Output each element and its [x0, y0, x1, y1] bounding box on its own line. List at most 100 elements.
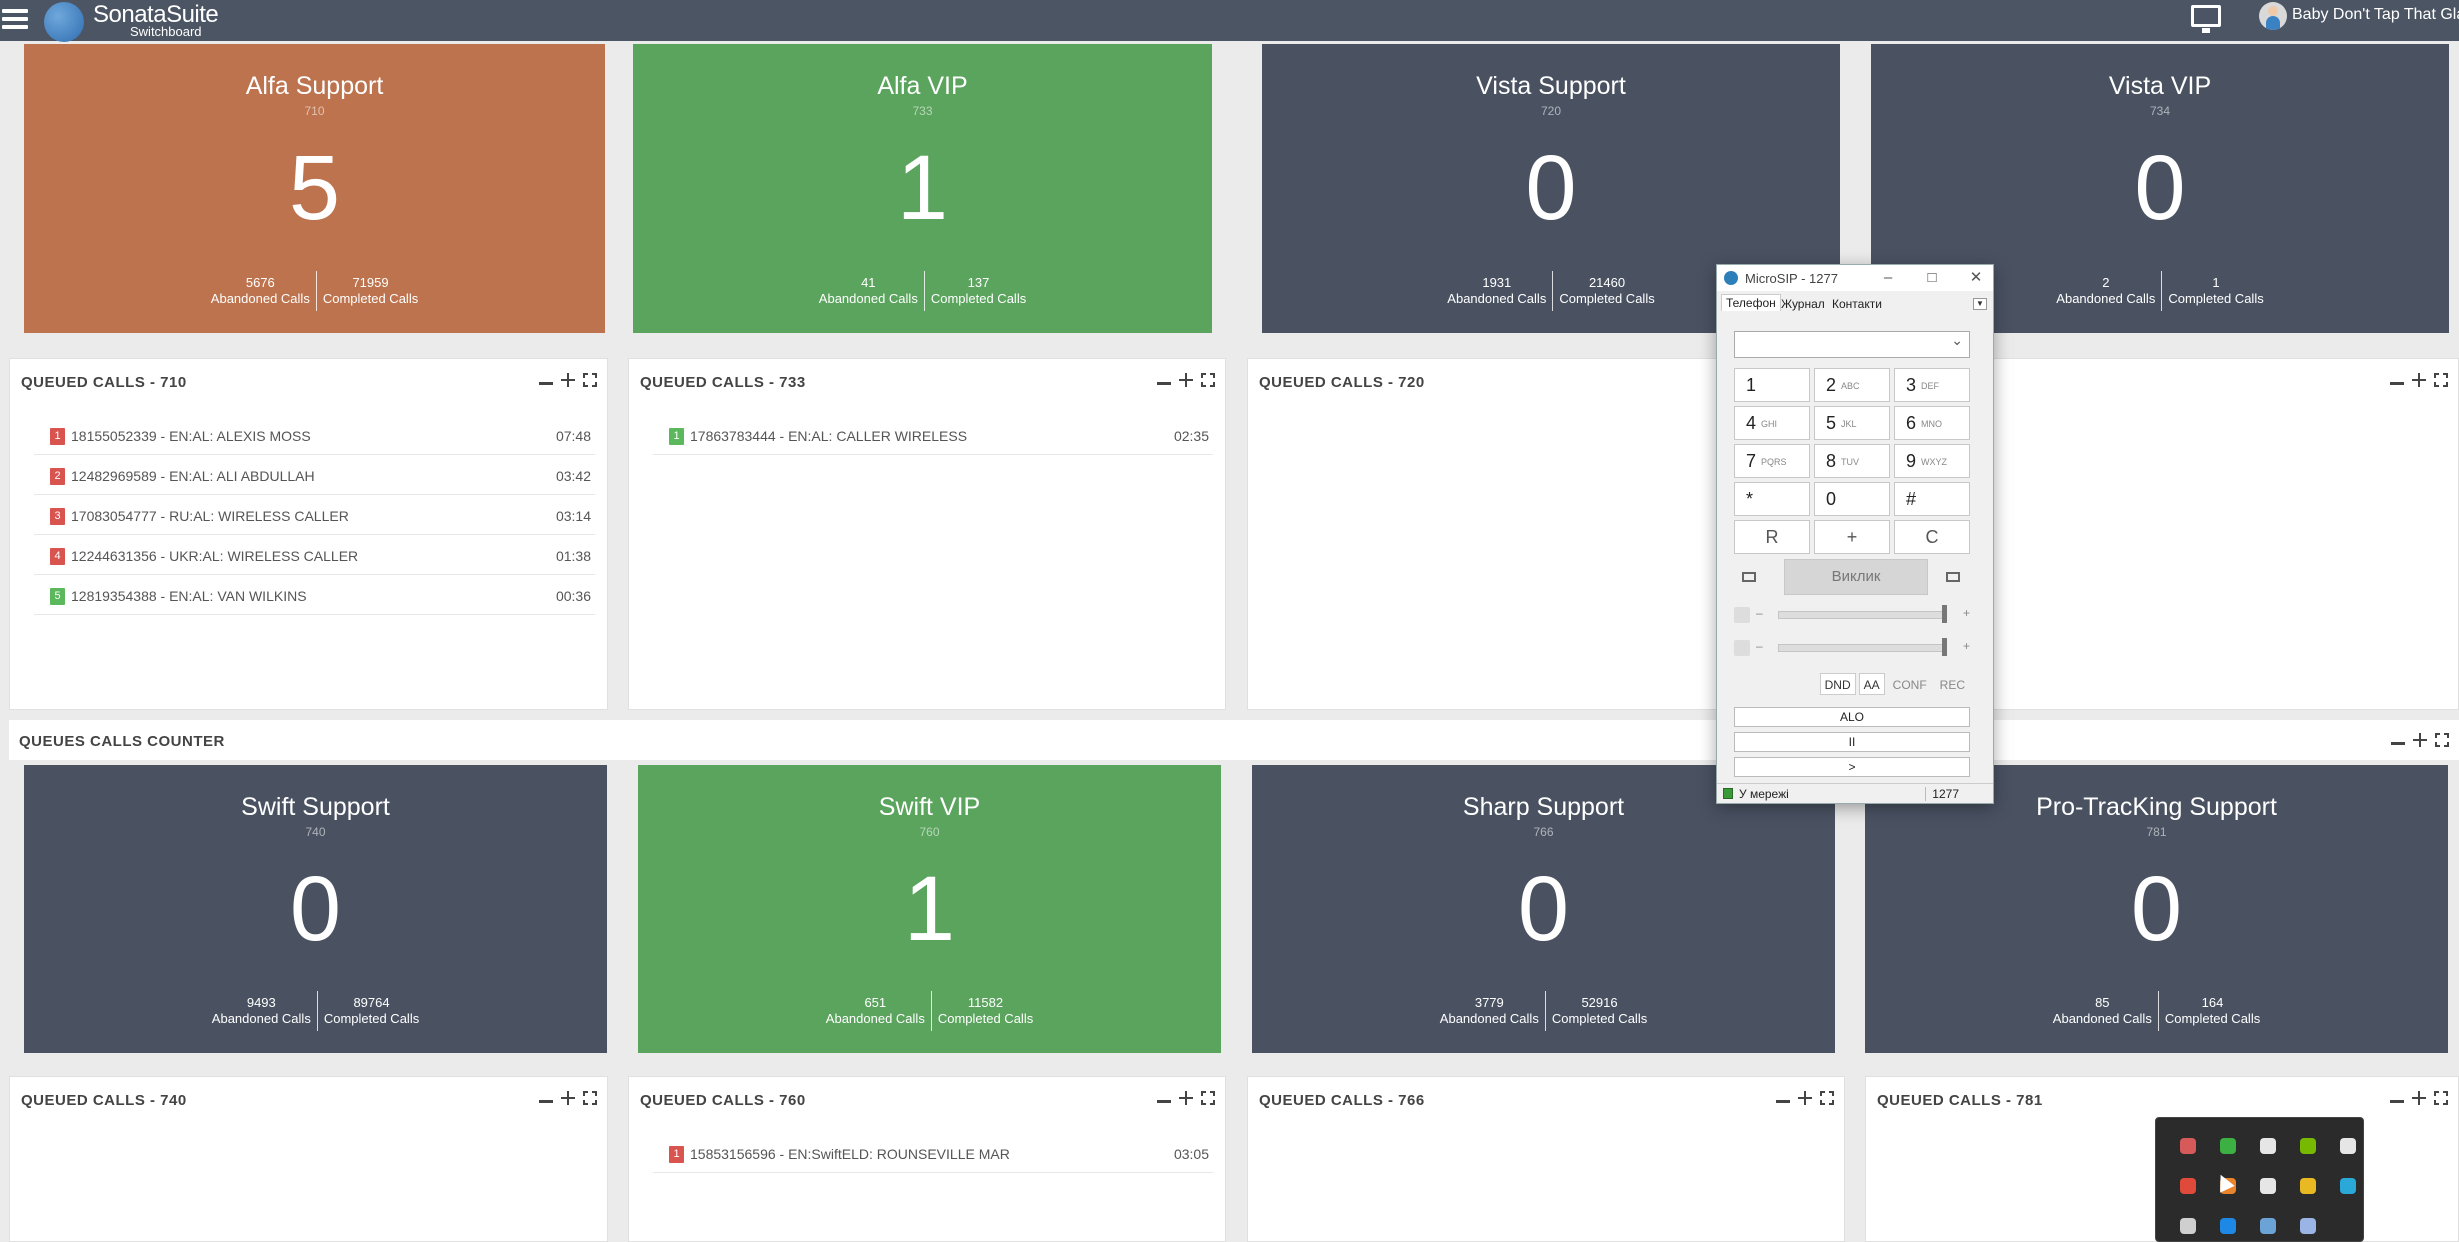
bluetooth-icon[interactable] [2208, 1206, 2248, 1242]
minimize-icon[interactable] [539, 373, 553, 387]
move-icon[interactable] [561, 373, 575, 387]
minimize-window-icon[interactable]: – [1878, 268, 1898, 288]
queued-call-row[interactable]: 1 15853156596 - EN:SwiftELD: ROUNSEVILLE … [653, 1133, 1213, 1173]
minimize-icon[interactable] [2391, 733, 2405, 747]
close-window-icon[interactable]: ✕ [1966, 268, 1986, 288]
queued-call-row[interactable]: 1 17863783444 - EN:AL: CALLER WIRELESS 02:… [653, 415, 1213, 455]
microsip-menu-icon[interactable]: ▼ [1973, 298, 1987, 310]
minimize-icon[interactable] [1157, 1091, 1171, 1105]
queued-call-row[interactable]: 2 12482969589 - EN:AL: ALI ABDULLAH 03:42 [34, 455, 595, 495]
maximize-window-icon[interactable]: □ [1922, 268, 1942, 288]
dialpad-key[interactable]: C [1894, 520, 1970, 554]
dialpad-key[interactable]: 1 [1734, 368, 1810, 402]
queue-card-swift-support[interactable]: Swift Support 740 0 9493 Abandoned Calls 8976… [24, 765, 607, 1053]
microphone-slider-knob[interactable] [1942, 638, 1947, 656]
transfer-button[interactable]: > [1734, 757, 1970, 777]
fullscreen-icon[interactable] [1200, 372, 1216, 388]
hold-button[interactable]: II [1734, 732, 1970, 752]
panel-tools [2390, 1090, 2449, 1106]
fullscreen-icon[interactable] [1819, 1090, 1835, 1106]
dialpad-key[interactable]: R [1734, 520, 1810, 554]
move-icon[interactable] [2412, 373, 2426, 387]
dialpad-key[interactable]: 4 GHI [1734, 406, 1810, 440]
queued-call-row[interactable]: 1 18155052339 - EN:AL: ALEXIS MOSS 07:48 [34, 415, 595, 455]
dialpad-key[interactable]: + [1814, 520, 1890, 554]
queue-card-alfa-vip[interactable]: Alfa VIP 733 1 41 Abandoned Calls 137 Complete… [633, 44, 1212, 333]
nvidia-icon[interactable] [2288, 1126, 2328, 1166]
speaker-slider[interactable] [1778, 611, 1946, 619]
dialpad-key[interactable]: 5 JKL [1814, 406, 1890, 440]
ptc-icon[interactable] [2168, 1206, 2208, 1242]
queue-card-alfa-support[interactable]: Alfa Support 710 5 5676 Abandoned Calls 71959… [24, 44, 605, 333]
dialpad-key[interactable]: 3 DEF [1894, 368, 1970, 402]
product-name: Switchboard [130, 24, 202, 39]
user-avatar[interactable] [2259, 2, 2287, 30]
steam-icon[interactable] [2248, 1206, 2288, 1242]
move-icon[interactable] [2412, 1091, 2426, 1105]
conf-button[interactable]: CONF [1888, 673, 1932, 695]
move-icon[interactable] [1179, 1091, 1193, 1105]
dialpad-key[interactable]: 0 [1814, 482, 1890, 516]
queued-call-row[interactable]: 3 17083054777 - RU:AL: WIRELESS CALLER 03:… [34, 495, 595, 535]
video-call-button[interactable] [1734, 560, 1764, 594]
speaker-icon[interactable] [1734, 607, 1750, 623]
queue-card-swift-vip[interactable]: Swift VIP 760 1 651 Abandoned Calls 11582 Comp… [638, 765, 1221, 1053]
move-icon[interactable] [1179, 373, 1193, 387]
queue-position-badge: 1 [669, 428, 684, 445]
aa-button[interactable]: AA [1858, 673, 1885, 695]
xmind-icon-glyph [2180, 1178, 2196, 1194]
minimize-icon[interactable] [539, 1091, 553, 1105]
tab-contacts[interactable]: Контакти [1832, 297, 1882, 311]
speaker-slider-knob[interactable] [1942, 605, 1947, 623]
dialpad-key[interactable]: 7 PQRS [1734, 444, 1810, 478]
move-icon[interactable] [561, 1091, 575, 1105]
dialpad-key[interactable]: * [1734, 482, 1810, 516]
queue-card-count: 0 [2130, 858, 2183, 960]
tab-phone[interactable]: Телефон [1721, 294, 1781, 311]
tab-log[interactable]: Журнал [1781, 297, 1825, 311]
queued-call-row[interactable]: 4 12244631356 - UKR:AL: WIRELESS CALLER 01… [34, 535, 595, 575]
copilot-icon[interactable] [2328, 1126, 2368, 1166]
menu-icon[interactable] [2, 5, 28, 31]
colorful-app-icon[interactable] [2168, 1126, 2208, 1166]
fullscreen-icon[interactable] [1200, 1090, 1216, 1106]
minimize-icon[interactable] [1776, 1091, 1790, 1105]
move-icon[interactable] [1798, 1091, 1812, 1105]
move-icon[interactable] [2413, 733, 2427, 747]
xmind-icon[interactable] [2168, 1166, 2208, 1206]
dialpad-key[interactable]: 6 MNO [1894, 406, 1970, 440]
minimize-icon[interactable] [2390, 373, 2404, 387]
fullscreen-icon[interactable] [2433, 1090, 2449, 1106]
monitor-icon[interactable] [2191, 5, 2221, 33]
xbox-icon[interactable] [2208, 1126, 2248, 1166]
dialpad-key[interactable]: # [1894, 482, 1970, 516]
fullscreen-icon[interactable] [2434, 732, 2450, 748]
alo-button[interactable]: ALO [1734, 707, 1970, 727]
font-app-icon[interactable] [2248, 1166, 2288, 1206]
queued-call-row[interactable]: 5 12819354388 - EN:AL: VAN WILKINS 00:36 [34, 575, 595, 615]
fullscreen-icon[interactable] [2433, 372, 2449, 388]
dialpad-key[interactable]: 9 WXYZ [1894, 444, 1970, 478]
rec-button[interactable]: REC [1935, 673, 1970, 695]
dialpad-key[interactable]: 2 ABC [1814, 368, 1890, 402]
call-button[interactable]: Виклик [1784, 559, 1928, 595]
teams-icon[interactable] [2328, 1166, 2368, 1206]
fullscreen-icon[interactable] [582, 372, 598, 388]
fullscreen-icon[interactable] [582, 1090, 598, 1106]
microsip-titlebar[interactable]: MicroSIP - 1277 – □ ✕ [1717, 265, 1993, 291]
discord-icon[interactable] [2248, 1126, 2288, 1166]
microphone-slider[interactable] [1778, 644, 1946, 652]
user-name[interactable]: Baby Don't Tap That Glass( [2292, 6, 2459, 24]
queue-card-sharp-support[interactable]: Sharp Support 766 0 3779 Abandoned Calls 5291… [1252, 765, 1835, 1053]
microphone-icon[interactable] [1734, 640, 1750, 656]
minimize-icon[interactable] [1157, 373, 1171, 387]
chrome-icon[interactable] [2288, 1166, 2328, 1206]
dialpad-key[interactable]: 8 TUV [1814, 444, 1890, 478]
queue-card-pro-tracking-support[interactable]: Pro-TracKing Support 781 0 85 Abandoned Call… [1865, 765, 2448, 1053]
minimize-icon[interactable] [2390, 1091, 2404, 1105]
dnd-button[interactable]: DND [1819, 673, 1856, 695]
chrome-alt-icon[interactable] [2288, 1206, 2328, 1242]
caller-info: 15853156596 - EN:SwiftELD: ROUNSEVILLE M… [690, 1146, 1010, 1162]
dial-number-input[interactable] [1734, 331, 1970, 358]
message-button[interactable] [1936, 560, 1970, 594]
